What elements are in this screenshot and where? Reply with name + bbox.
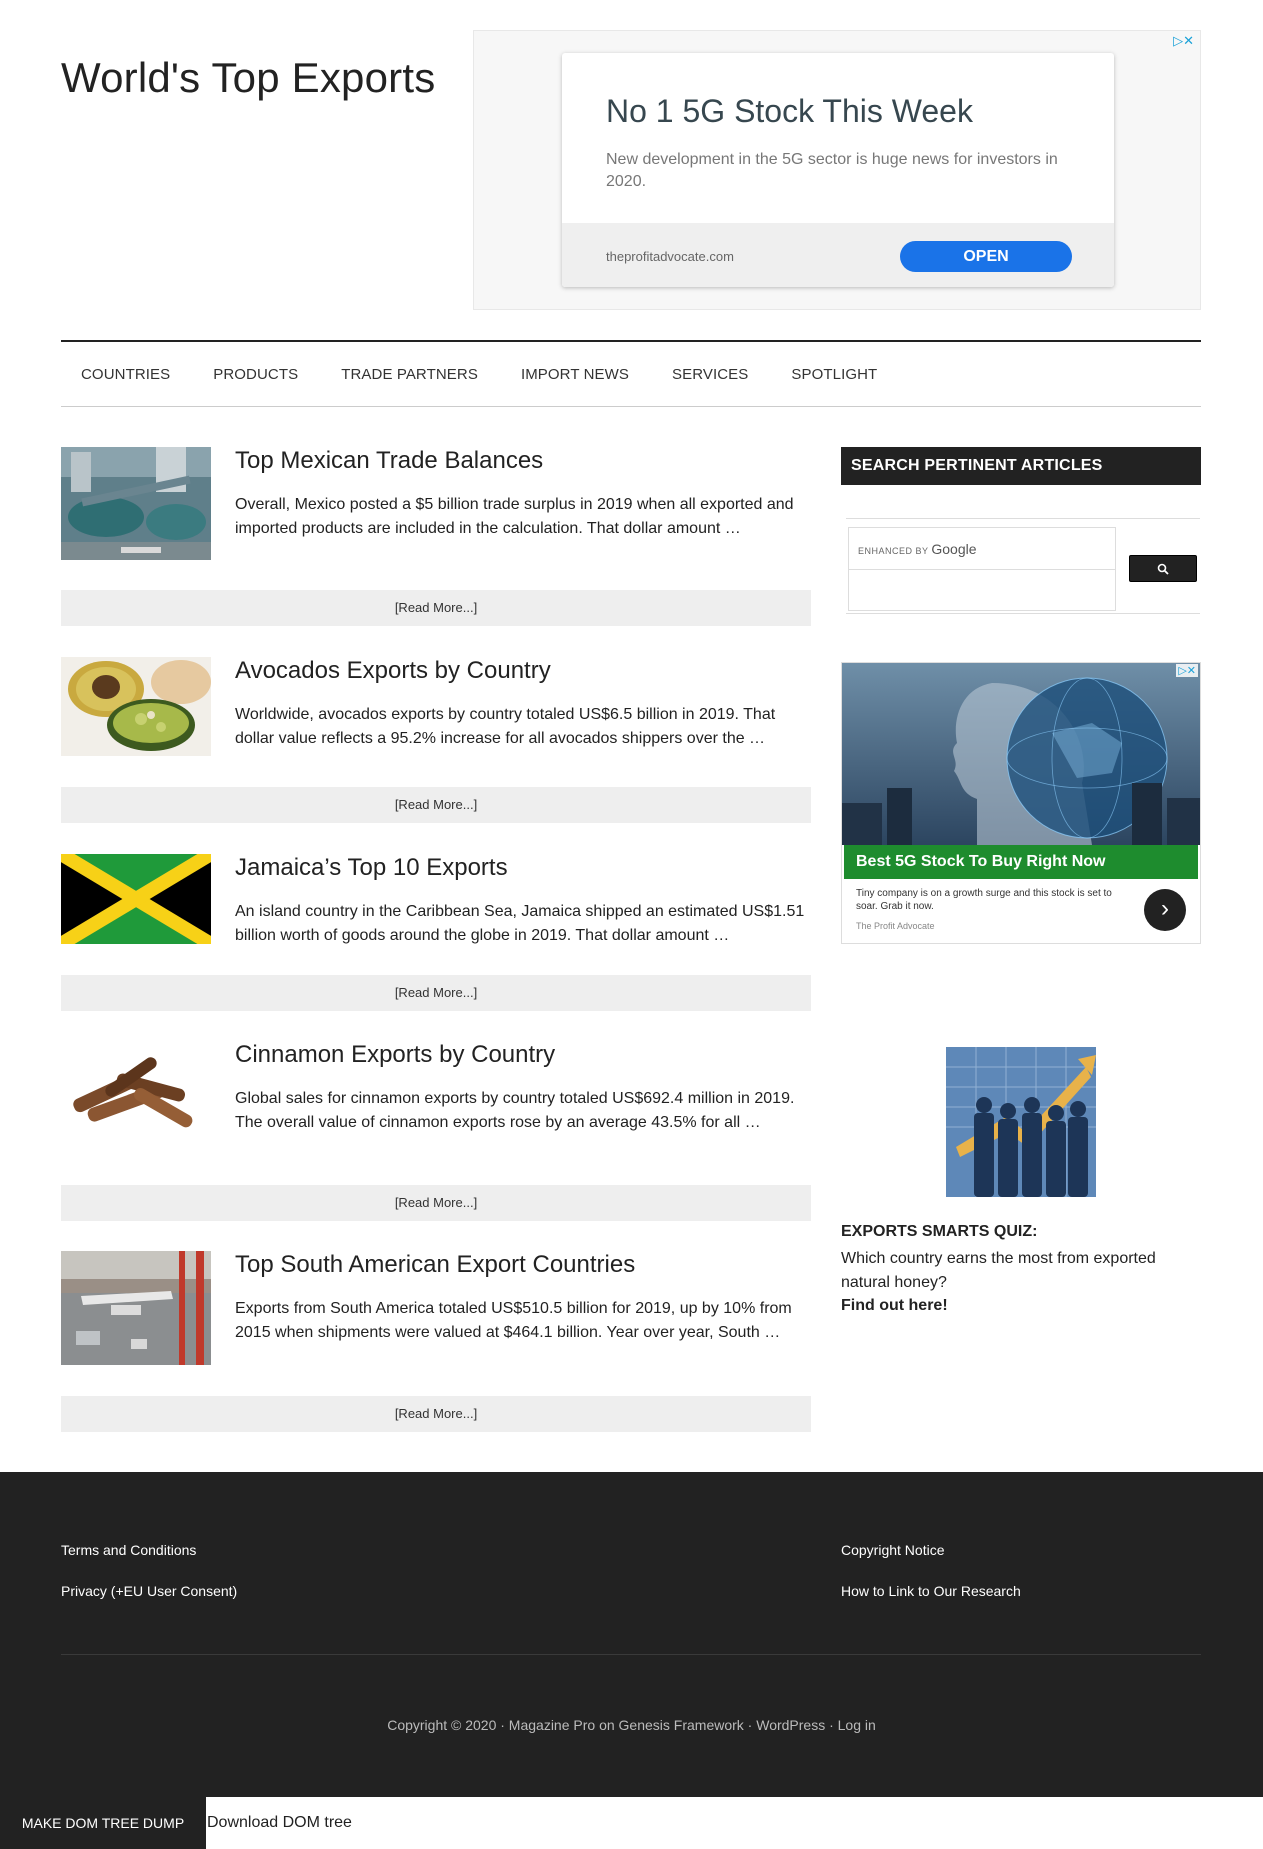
site-footer: Terms and Conditions Privacy (+EU User C… xyxy=(0,1472,1263,1849)
search-button[interactable] xyxy=(1129,555,1197,582)
read-more-button[interactable]: [Read More...] xyxy=(61,787,811,823)
footer-divider xyxy=(61,1654,1201,1655)
search-input-field[interactable]: ENHANCED BY Google xyxy=(849,528,1115,570)
ad-image-globe-profile[interactable] xyxy=(842,663,1200,845)
footer-copyright: Copyright © 2020 · Magazine Pro on Genes… xyxy=(387,1717,876,1733)
ad-body: New development in the 5G sector is huge… xyxy=(606,151,1058,190)
search-icon xyxy=(1157,563,1169,575)
post-excerpt: Global sales for cinnamon exports by cou… xyxy=(235,1090,795,1131)
quiz-title: EXPORTS SMARTS QUIZ: xyxy=(841,1223,1038,1240)
nav-item-products[interactable]: PRODUCTS xyxy=(213,366,298,383)
search-enhanced-label: ENHANCED BY xyxy=(858,546,929,556)
post-thumbnail-cinnamon[interactable] xyxy=(61,1041,211,1146)
post-entry: Top South American Export Countries Expo… xyxy=(61,1251,811,1432)
post-title[interactable]: Top Mexican Trade Balances xyxy=(235,447,543,475)
download-dom-link[interactable]: Download DOM tree xyxy=(207,1797,352,1849)
nav-item-services[interactable]: SERVICES xyxy=(672,366,748,383)
nav-item-countries[interactable]: COUNTRIES xyxy=(81,366,170,383)
footer-link-copyright[interactable]: Copyright Notice xyxy=(841,1542,945,1558)
top-advertisement[interactable]: ▷✕ No 1 5G Stock This Week New developme… xyxy=(473,30,1201,310)
adchoices-icon[interactable]: ▷✕ xyxy=(1173,33,1194,49)
post-entry: Jamaica’s Top 10 Exports An island count… xyxy=(61,854,811,1011)
main-nav: COUNTRIES PRODUCTS TRADE PARTNERS IMPORT… xyxy=(61,340,1201,407)
post-thumbnail-south-america-airport[interactable] xyxy=(61,1251,211,1365)
dom-tools-bar: MAKE DOM TREE DUMP Download DOM tree xyxy=(0,1797,1263,1849)
adchoices-icon[interactable]: ▷✕ xyxy=(1176,664,1198,677)
ad-headline[interactable]: No 1 5G Stock This Week xyxy=(606,93,973,130)
post-excerpt: Exports from South America totaled US$51… xyxy=(235,1300,792,1341)
make-dom-dump-button[interactable]: MAKE DOM TREE DUMP xyxy=(0,1797,206,1849)
chevron-right-icon[interactable]: › xyxy=(1144,889,1186,931)
nav-item-trade-partners[interactable]: TRADE PARTNERS xyxy=(341,366,478,383)
read-more-button[interactable]: [Read More...] xyxy=(61,1185,811,1221)
post-excerpt: Overall, Mexico posted a $5 billion trad… xyxy=(235,496,794,537)
post-title[interactable]: Cinnamon Exports by Country xyxy=(235,1041,555,1069)
ad-domain: theprofitadvocate.com xyxy=(606,249,734,264)
site-title[interactable]: World's Top Exports xyxy=(61,54,435,102)
post-thumbnail-avocados[interactable] xyxy=(61,657,211,756)
footer-link-privacy[interactable]: Privacy (+EU User Consent) xyxy=(61,1583,237,1599)
read-more-button[interactable]: [Read More...] xyxy=(61,590,811,626)
read-more-button[interactable]: [Read More...] xyxy=(61,1396,811,1432)
post-thumbnail-mexico[interactable] xyxy=(61,447,211,560)
ad-source: The Profit Advocate xyxy=(856,921,935,931)
post-entry: Top Mexican Trade Balances Overall, Mexi… xyxy=(61,447,811,629)
post-entry: Cinnamon Exports by Country Global sales… xyxy=(61,1041,811,1221)
quiz-link[interactable]: Find out here! xyxy=(841,1297,948,1315)
nav-item-import-news[interactable]: IMPORT NEWS xyxy=(521,366,629,383)
sidebar-advertisement[interactable]: ▷✕ Best 5G Stock To Buy Right Now Tiny c… xyxy=(841,662,1201,944)
ad-open-button[interactable]: OPEN xyxy=(900,241,1072,272)
footer-link-how-to-link[interactable]: How to Link to Our Research xyxy=(841,1583,1021,1599)
search-widget-title: SEARCH PERTINENT ARTICLES xyxy=(841,447,1201,485)
post-excerpt: An island country in the Caribbean Sea, … xyxy=(235,903,805,944)
post-title[interactable]: Avocados Exports by Country xyxy=(235,657,551,685)
quiz-question: Which country earns the most from export… xyxy=(841,1250,1156,1291)
search-widget: ENHANCED BY Google xyxy=(846,518,1200,614)
post-title[interactable]: Jamaica’s Top 10 Exports xyxy=(235,854,508,882)
ad-body: Tiny company is on a growth surge and th… xyxy=(856,888,1112,912)
post-excerpt: Worldwide, avocados exports by country t… xyxy=(235,706,776,747)
ad-card[interactable]: No 1 5G Stock This Week New development … xyxy=(562,53,1114,287)
post-entry: Avocados Exports by Country Worldwide, a… xyxy=(61,657,811,823)
quiz-image-business-silhouettes[interactable] xyxy=(946,1047,1096,1197)
google-logo: Google xyxy=(931,541,977,557)
ad-footer: theprofitadvocate.com OPEN xyxy=(562,223,1114,287)
post-title[interactable]: Top South American Export Countries xyxy=(235,1251,635,1279)
search-input[interactable]: ENHANCED BY Google xyxy=(848,527,1116,611)
nav-item-spotlight[interactable]: SPOTLIGHT xyxy=(791,366,877,383)
read-more-button[interactable]: [Read More...] xyxy=(61,975,811,1011)
footer-link-terms[interactable]: Terms and Conditions xyxy=(61,1542,196,1558)
post-thumbnail-jamaica-flag[interactable] xyxy=(61,854,211,944)
ad-headline[interactable]: Best 5G Stock To Buy Right Now xyxy=(844,845,1198,879)
